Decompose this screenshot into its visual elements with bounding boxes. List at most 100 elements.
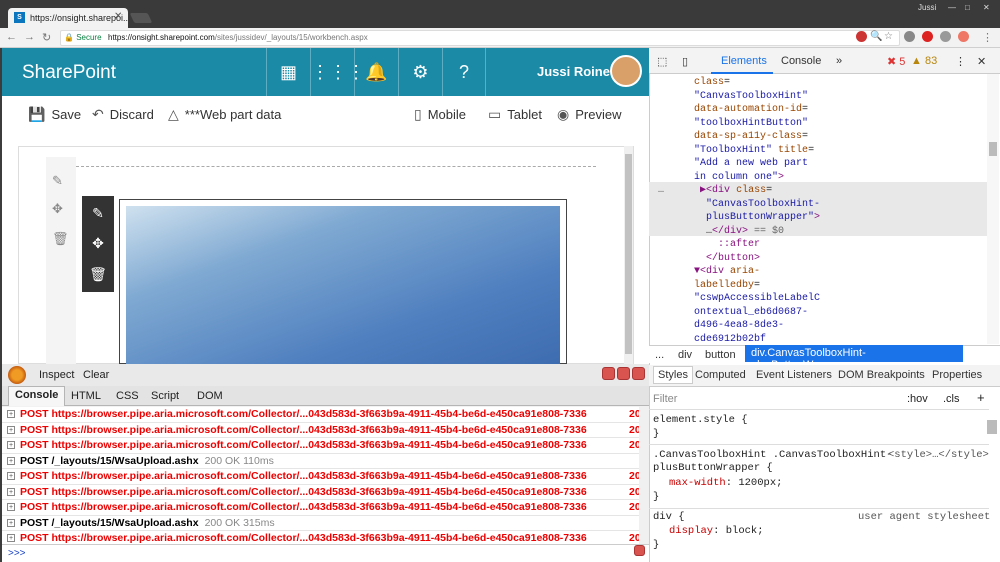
fb-tab-console[interactable]: Console bbox=[8, 386, 66, 406]
move-section-icon[interactable]: ✥ bbox=[52, 201, 63, 217]
browser-tab[interactable]: https://onsight.sharepoi... bbox=[8, 8, 128, 28]
firebug-detach-icon[interactable] bbox=[617, 367, 630, 380]
console-command-line[interactable]: >>> bbox=[2, 544, 649, 562]
sharepoint-brand[interactable]: SharePoint bbox=[22, 62, 116, 84]
expand-icon[interactable]: + bbox=[7, 441, 15, 449]
error-count[interactable]: ✖ 5 bbox=[887, 55, 905, 68]
extension-icon[interactable] bbox=[856, 31, 867, 42]
rule-selector[interactable]: .CanvasToolboxHint .CanvasToolboxHint- bbox=[653, 449, 892, 461]
tab-styles[interactable]: Styles bbox=[653, 366, 693, 384]
rule-selector[interactable]: div { bbox=[653, 511, 685, 523]
list-item[interactable]: + POST https://browser.pipe.aria.microsof… bbox=[2, 484, 639, 500]
opera-icon[interactable] bbox=[922, 31, 933, 42]
move-webpart-icon[interactable]: ✥ bbox=[88, 235, 108, 252]
expand-icon[interactable]: + bbox=[7, 487, 15, 496]
secure-indicator[interactable]: 🔒 Secure bbox=[64, 33, 102, 42]
tab-event-listeners[interactable]: Event Listeners bbox=[756, 369, 832, 381]
devtools-menu-icon[interactable]: ⋮ bbox=[955, 55, 966, 68]
list-item[interactable]: + POST /_layouts/15/WsaUpload.ashx 200 OK … bbox=[2, 453, 639, 469]
dom-tree[interactable]: class= "CanvasToolboxHint" data-automati… bbox=[658, 76, 988, 346]
log-line-ref[interactable]: 20 bbox=[629, 423, 639, 438]
list-item[interactable]: + POST /_layouts/15/WsaUpload.ashx 200 OK … bbox=[2, 515, 639, 531]
element-style-rule[interactable]: element.style { bbox=[653, 414, 748, 426]
device-toolbar-icon[interactable]: ▯ bbox=[682, 55, 688, 68]
back-icon[interactable]: ← bbox=[6, 31, 17, 43]
console-scrollbar[interactable] bbox=[639, 406, 649, 544]
app-launcher-icon[interactable]: ⋮⋮⋮ bbox=[310, 48, 365, 96]
extension-icon[interactable] bbox=[940, 31, 951, 42]
more-tabs-icon[interactable]: » bbox=[836, 55, 842, 67]
expand-icon[interactable]: + bbox=[7, 534, 15, 542]
close-window-icon[interactable]: ✕ bbox=[983, 3, 990, 12]
console-expand-icon[interactable] bbox=[634, 545, 645, 556]
list-item[interactable]: + POST https://browser.pipe.aria.microsof… bbox=[2, 500, 639, 516]
gear-icon[interactable]: ⚙ bbox=[398, 48, 442, 96]
save-button[interactable]: 💾 Save bbox=[28, 106, 81, 123]
css-property[interactable]: display: block; bbox=[669, 525, 764, 537]
minimize-icon[interactable]: — bbox=[948, 3, 956, 12]
breadcrumb-ellipsis[interactable]: ... bbox=[655, 349, 664, 361]
bookmark-star-icon[interactable]: ☆ bbox=[884, 31, 893, 42]
log-line-ref[interactable]: 20 bbox=[629, 500, 639, 515]
fb-tab-css[interactable]: CSS bbox=[116, 390, 139, 402]
list-item[interactable]: + POST https://browser.pipe.aria.microsof… bbox=[2, 407, 639, 423]
list-item[interactable]: + POST https://browser.pipe.aria.microsof… bbox=[2, 469, 639, 485]
expand-icon[interactable]: + bbox=[7, 425, 15, 434]
list-item[interactable]: + POST https://browser.pipe.aria.microsof… bbox=[2, 438, 639, 454]
css-property[interactable]: max-width: 1200px; bbox=[669, 477, 782, 489]
tab-computed[interactable]: Computed bbox=[695, 369, 746, 381]
list-item[interactable]: + POST https://browser.pipe.aria.microsof… bbox=[2, 422, 639, 438]
devtools-close-icon[interactable]: ✕ bbox=[977, 55, 986, 68]
delete-webpart-icon[interactable]: 🗑 bbox=[88, 266, 108, 283]
help-icon[interactable]: ? bbox=[442, 48, 486, 96]
breadcrumb-div[interactable]: div bbox=[678, 349, 692, 361]
browser-menu-icon[interactable]: ⋮ bbox=[982, 31, 993, 44]
tab-close-icon[interactable]: ✕ bbox=[114, 11, 122, 22]
fb-tab-script[interactable]: Script bbox=[151, 390, 179, 402]
warning-count[interactable]: ▲ 83 bbox=[911, 55, 937, 67]
extension-icon[interactable] bbox=[904, 31, 915, 42]
avatar[interactable] bbox=[610, 55, 642, 87]
webpart-data-button[interactable]: △ ***Web part data bbox=[168, 106, 281, 123]
hover-state-toggle[interactable]: :hov bbox=[907, 393, 928, 405]
tab-console[interactable]: Console bbox=[781, 55, 821, 67]
add-rule-icon[interactable]: + bbox=[977, 390, 985, 405]
calendar-icon[interactable]: ▦ bbox=[266, 48, 310, 96]
expand-icon[interactable]: + bbox=[7, 410, 15, 418]
tablet-button[interactable]: ▭ Tablet bbox=[488, 106, 542, 123]
breadcrumb-button[interactable]: button bbox=[705, 349, 736, 361]
rule-selector-cont[interactable]: plusButtonWrapper { bbox=[653, 462, 773, 474]
tab-properties[interactable]: Properties bbox=[932, 369, 982, 381]
edit-section-icon[interactable]: ✎ bbox=[52, 173, 63, 189]
forward-icon[interactable]: → bbox=[24, 31, 35, 43]
fb-tab-html[interactable]: HTML bbox=[71, 390, 101, 402]
mobile-button[interactable]: ▯ Mobile bbox=[414, 106, 466, 123]
breadcrumb-selected[interactable]: div.CanvasToolboxHint-plusButtonWrapper bbox=[745, 345, 963, 371]
styles-scrollbar[interactable] bbox=[987, 420, 997, 434]
edit-webpart-icon[interactable]: ✎ bbox=[88, 205, 108, 222]
zoom-icon[interactable]: 🔍 bbox=[870, 31, 882, 42]
class-toggle[interactable]: .cls bbox=[943, 393, 960, 405]
expand-icon[interactable]: + bbox=[7, 503, 15, 511]
preview-button[interactable]: ◉ Preview bbox=[557, 106, 621, 123]
firebug-close-icon[interactable] bbox=[632, 367, 645, 380]
tab-dom-breakpoints[interactable]: DOM Breakpoints bbox=[838, 369, 925, 381]
expand-icon[interactable]: + bbox=[7, 518, 15, 527]
clear-button[interactable]: Clear bbox=[83, 369, 109, 381]
log-line-ref[interactable]: 20 bbox=[629, 407, 639, 422]
styles-filter-input[interactable]: Filter bbox=[653, 393, 677, 405]
log-line-ref[interactable]: 20 bbox=[629, 485, 639, 500]
inspect-element-icon[interactable]: ⬚ bbox=[657, 55, 667, 68]
firebug-minimize-icon[interactable] bbox=[602, 367, 615, 380]
bell-icon[interactable]: 🔔 bbox=[354, 48, 398, 96]
expand-icon[interactable]: + bbox=[7, 472, 15, 480]
dom-tree-scrollbar[interactable] bbox=[987, 74, 999, 344]
firebug-icon[interactable] bbox=[8, 366, 26, 384]
log-line-ref[interactable]: 20 bbox=[629, 469, 639, 484]
discard-button[interactable]: ↶ Discard bbox=[92, 106, 154, 123]
inspect-button[interactable]: Inspect bbox=[39, 369, 74, 381]
delete-section-icon[interactable]: 🗑 bbox=[52, 231, 69, 247]
user-name[interactable]: Jussi Roine bbox=[537, 64, 610, 79]
extension-icon[interactable] bbox=[958, 31, 969, 42]
maximize-icon[interactable]: □ bbox=[965, 3, 970, 12]
